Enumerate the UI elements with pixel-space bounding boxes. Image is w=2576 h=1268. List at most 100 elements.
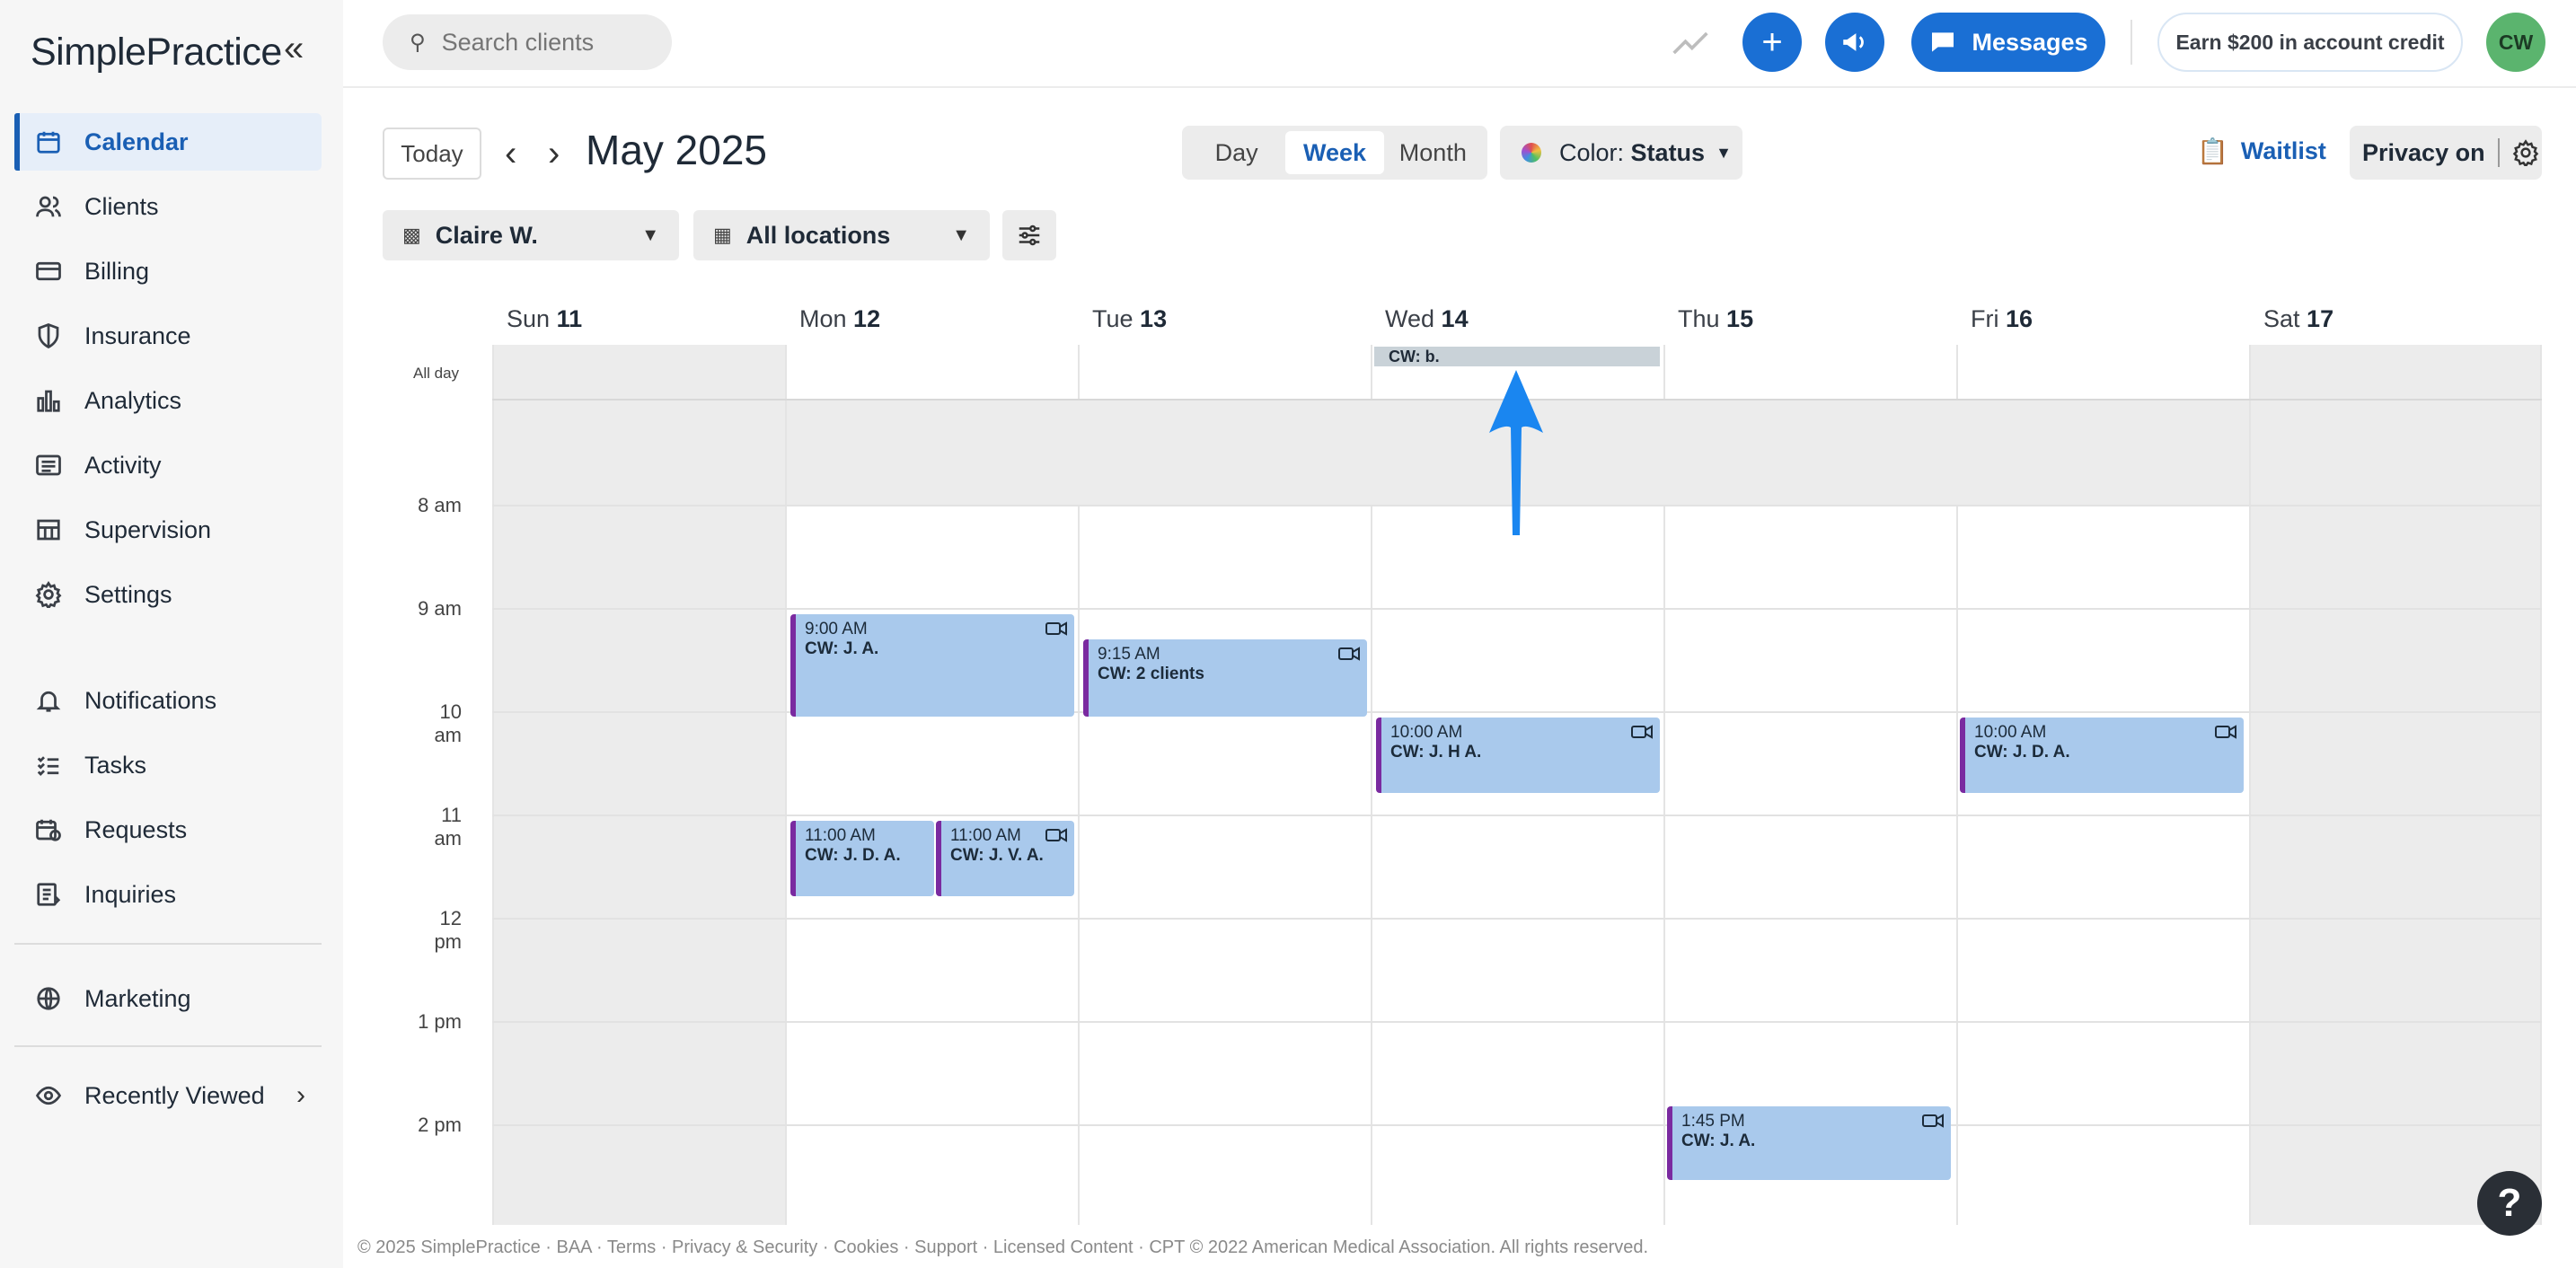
bell-icon	[34, 686, 63, 715]
time-label: 11 am	[434, 804, 462, 850]
sidebar: SimplePractice « Calendar Clients Billin…	[0, 0, 343, 1268]
appointment[interactable]: 11:00 AM CW: J. D. A.	[790, 821, 934, 896]
day-number: 12	[853, 305, 881, 332]
waitlist-label: Waitlist	[2240, 137, 2326, 164]
sidebar-divider	[14, 1045, 322, 1047]
earn-credit-button[interactable]: Earn $200 in account credit	[2157, 13, 2463, 72]
day-name: Tue	[1092, 305, 1134, 332]
appointment[interactable]: 10:00 AM CW: J. D. A.	[1960, 718, 2244, 793]
view-week-button[interactable]: Week	[1285, 131, 1384, 174]
shield-icon	[34, 321, 63, 350]
privacy-toggle[interactable]: Privacy on	[2350, 126, 2542, 180]
appointment[interactable]: 9:00 AM CW: J. A.	[790, 614, 1074, 717]
color-by-dropdown[interactable]: Color: Status ▼	[1500, 126, 1742, 180]
sidebar-item-activity[interactable]: Activity	[14, 436, 322, 494]
eye-icon	[34, 1081, 63, 1110]
video-camera-icon	[1045, 828, 1067, 842]
day-header-thu[interactable]: Thu 15	[1678, 305, 1753, 333]
day-number: 14	[1441, 305, 1469, 332]
appointment-time: 9:00 AM	[805, 620, 868, 638]
sidebar-item-settings[interactable]: Settings	[14, 566, 322, 623]
search-box[interactable]: ⚲	[383, 14, 672, 70]
day-name: Sat	[2263, 305, 2300, 332]
sidebar-item-clients[interactable]: Clients	[14, 178, 322, 235]
day-header-wed[interactable]: Wed 14	[1385, 305, 1469, 333]
location-label: All locations	[745, 221, 891, 249]
video-camera-icon	[1922, 1114, 1944, 1128]
user-avatar[interactable]: CW	[2486, 13, 2545, 72]
sidebar-item-requests[interactable]: Requests	[14, 801, 322, 859]
sidebar-item-supervision[interactable]: Supervision	[14, 501, 322, 559]
day-name: Sun	[507, 305, 551, 332]
grid-icon	[34, 515, 63, 544]
waitlist-link[interactable]: 📋 Waitlist	[2197, 136, 2326, 166]
gear-icon	[34, 580, 63, 609]
day-header-sat[interactable]: Sat 17	[2263, 305, 2333, 333]
sidebar-item-label: Tasks	[84, 751, 147, 779]
sidebar-item-insurance[interactable]: Insurance	[14, 307, 322, 365]
collapse-sidebar-icon[interactable]: «	[284, 31, 304, 66]
appointment-client: CW: J. V. A.	[950, 846, 1044, 865]
appointment[interactable]: 10:00 AM CW: J. H A.	[1376, 718, 1660, 793]
day-column-sun[interactable]	[492, 345, 785, 1225]
video-camera-icon	[1631, 725, 1653, 739]
time-label: 1 pm	[418, 1010, 462, 1033]
appointment[interactable]: 11:00 AM CW: J. V. A.	[936, 821, 1074, 896]
chevron-left-icon[interactable]: ‹	[505, 131, 516, 176]
appointment[interactable]: 9:15 AM CW: 2 clients	[1083, 639, 1367, 717]
clinician-label: Claire W.	[435, 221, 538, 249]
sidebar-item-notifications[interactable]: Notifications	[14, 672, 322, 729]
sidebar-item-recently-viewed[interactable]: Recently Viewed ›	[14, 1067, 322, 1124]
announcements-button[interactable]	[1825, 13, 1884, 72]
location-filter[interactable]: ▦ All locations ▼	[693, 210, 990, 260]
sidebar-item-analytics[interactable]: Analytics	[14, 372, 322, 429]
view-month-button[interactable]: Month	[1384, 131, 1482, 174]
building-icon: ▦	[713, 224, 732, 246]
help-button[interactable]: ?	[2477, 1171, 2542, 1236]
sidebar-item-label: Requests	[84, 815, 188, 843]
chat-icon	[1932, 32, 1954, 52]
trend-icon[interactable]	[1671, 23, 1710, 63]
hour-line	[492, 608, 2542, 610]
search-input[interactable]	[441, 28, 640, 57]
hour-line	[492, 918, 2542, 920]
day-header-mon[interactable]: Mon 12	[799, 305, 880, 333]
chevron-right-icon[interactable]: ›	[548, 131, 560, 176]
sidebar-item-billing[interactable]: Billing	[14, 242, 322, 300]
day-header-fri[interactable]: Fri 16	[1971, 305, 2033, 333]
messages-label: Messages	[1972, 28, 2088, 56]
day-header-sun[interactable]: Sun 11	[507, 305, 582, 333]
sidebar-item-calendar[interactable]: Calendar	[14, 113, 322, 171]
sidebar-item-marketing[interactable]: Marketing	[14, 970, 322, 1027]
appointment-time: 11:00 AM	[805, 826, 876, 845]
day-column-sat[interactable]	[2249, 345, 2542, 1225]
privacy-separator	[2497, 138, 2500, 167]
day-name: Mon	[799, 305, 847, 332]
footer-links[interactable]: © 2025 SimplePractice · BAA · Terms · Pr…	[357, 1237, 1648, 1258]
add-button[interactable]: +	[1742, 13, 1802, 72]
view-day-button[interactable]: Day	[1187, 131, 1285, 174]
day-name: Wed	[1385, 305, 1435, 332]
gear-icon[interactable]	[2512, 139, 2539, 166]
sidebar-item-inquiries[interactable]: Inquiries	[14, 866, 322, 923]
messages-button[interactable]: Messages	[1911, 13, 2105, 72]
calendar-settings-button[interactable]	[1002, 210, 1056, 260]
day-header-tue[interactable]: Tue 13	[1092, 305, 1167, 333]
person-icon: ▩	[402, 224, 421, 246]
color-value: Status	[1630, 138, 1706, 166]
day-name: Thu	[1678, 305, 1720, 332]
top-bar: ⚲ + Messages Earn $200 in account credit…	[343, 0, 2576, 88]
checklist-icon	[34, 751, 63, 779]
today-button[interactable]: Today	[383, 128, 481, 180]
megaphone-icon	[1843, 33, 1864, 51]
clinician-filter[interactable]: ▩ Claire W. ▼	[383, 210, 679, 260]
sidebar-item-tasks[interactable]: Tasks	[14, 736, 322, 794]
day-number: 16	[2006, 305, 2033, 332]
allday-event[interactable]: CW: b.	[1374, 347, 1660, 366]
appointment[interactable]: 1:45 PM CW: J. A.	[1667, 1106, 1951, 1180]
privacy-label: Privacy on	[2362, 138, 2485, 166]
app-logo[interactable]: SimplePractice	[31, 31, 282, 75]
day-number: 11	[556, 305, 583, 332]
sliders-icon	[1019, 225, 1040, 246]
sidebar-item-label: Notifications	[84, 686, 217, 714]
